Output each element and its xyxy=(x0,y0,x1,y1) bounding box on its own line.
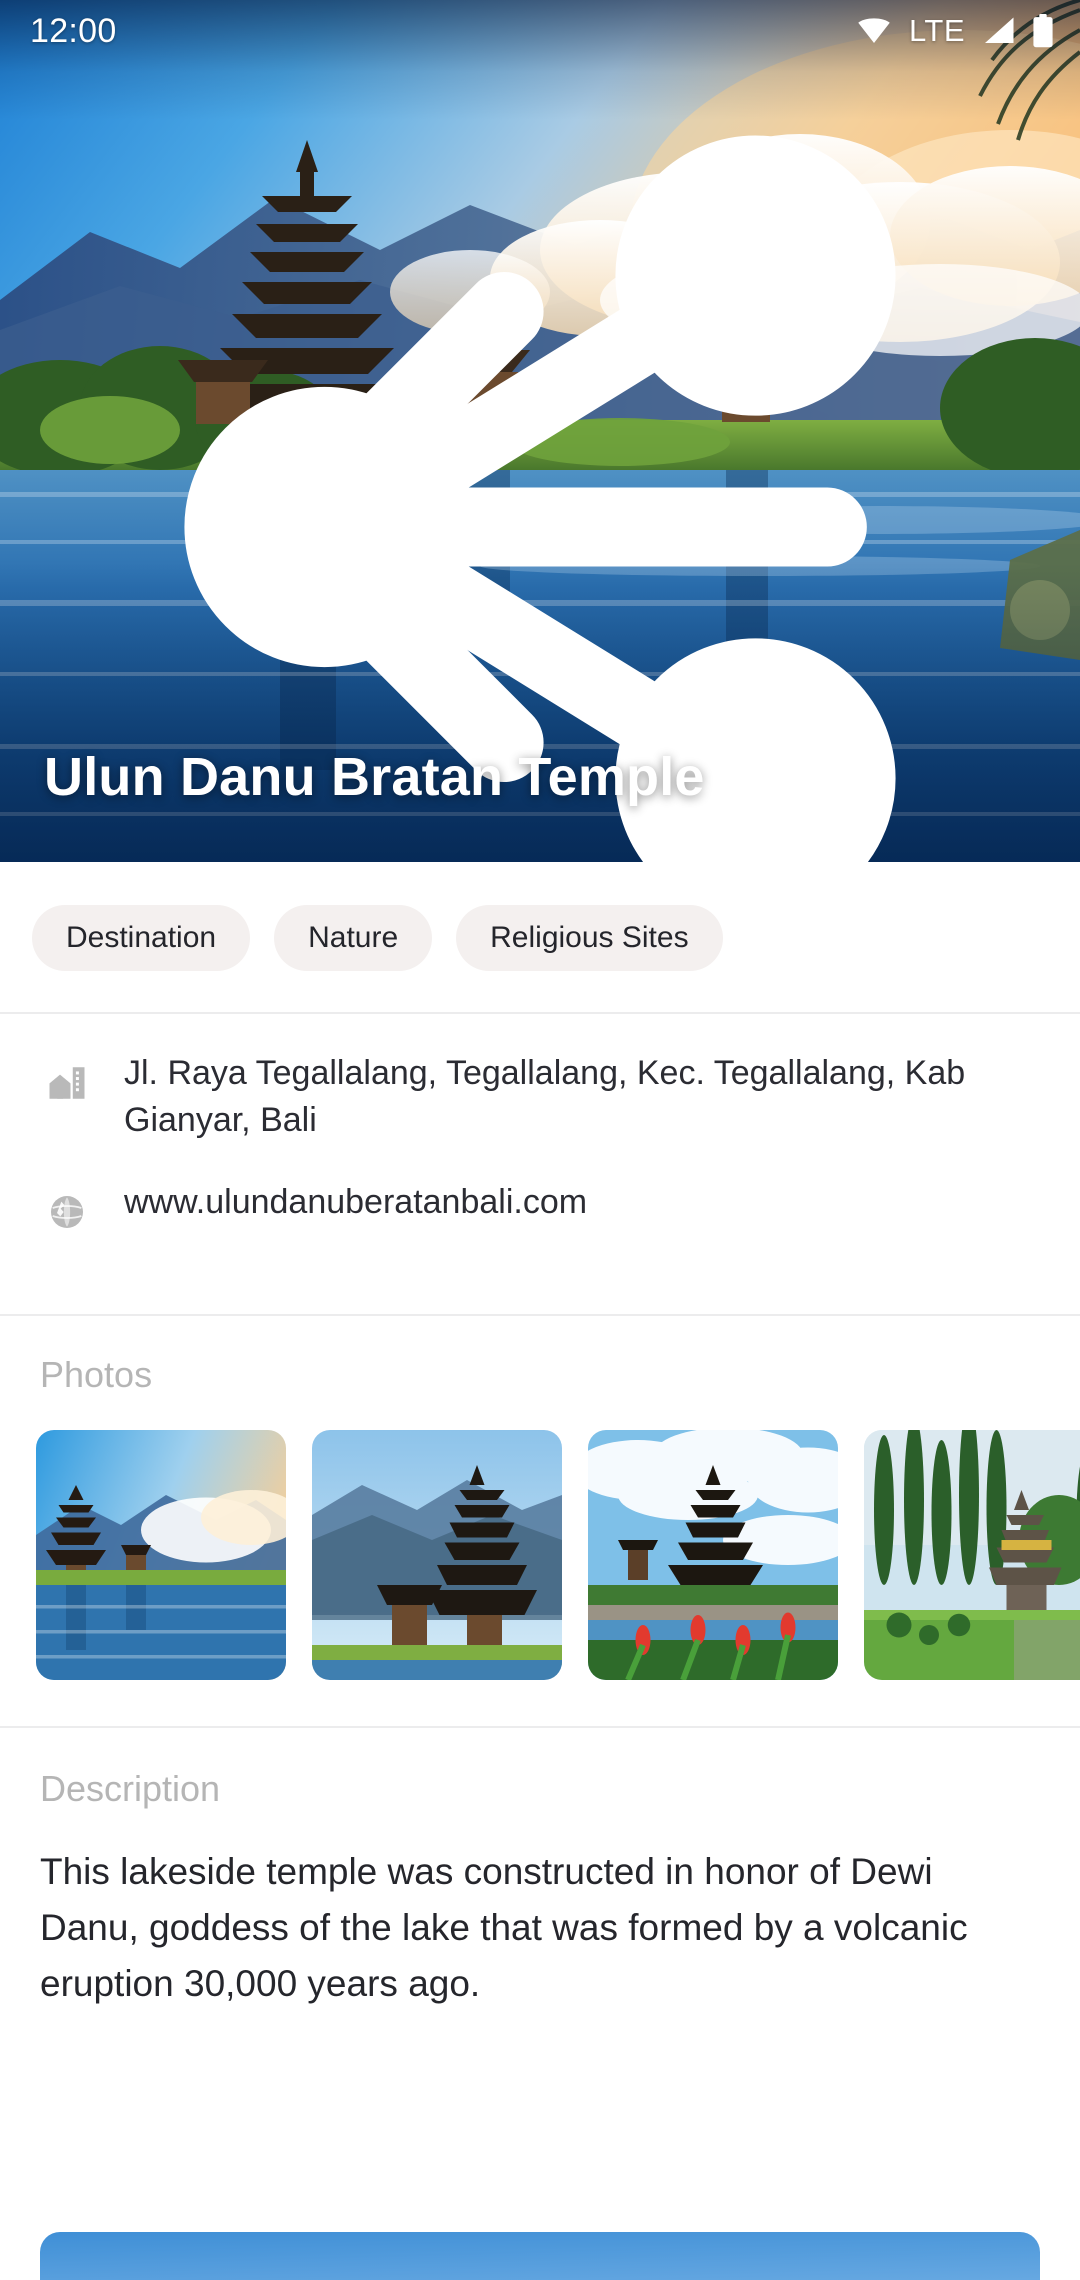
tag-chip-religious-sites[interactable]: Religious Sites xyxy=(456,905,723,971)
network-type-label: LTE xyxy=(908,13,965,48)
website-icon-wrap xyxy=(40,1185,94,1239)
share-button[interactable] xyxy=(184,114,1046,862)
tag-chip-label: Destination xyxy=(66,921,217,954)
tag-chip-label: Nature xyxy=(308,921,399,954)
page-title: Ulun Danu Bratan Temple xyxy=(44,747,705,807)
website-row[interactable]: www.ulundanuberatanbali.com xyxy=(0,1179,1080,1239)
signal-icon xyxy=(985,17,1014,43)
website-link[interactable]: www.ulundanuberatanbali.com xyxy=(124,1179,587,1226)
battery-icon xyxy=(1033,14,1053,48)
wifi-icon xyxy=(858,18,890,43)
status-indicators: LTE xyxy=(856,13,1054,49)
photos-section: Photos xyxy=(0,1316,1080,1716)
photo-thumbnail[interactable] xyxy=(864,1430,1080,1680)
photo-thumbnail[interactable] xyxy=(36,1430,286,1680)
tag-chip-nature[interactable]: Nature xyxy=(274,905,433,971)
address-row[interactable]: Jl. Raya Tegallalang, Tegallalang, Kec. … xyxy=(0,1050,1080,1143)
status-bar: 12:00 LTE xyxy=(0,0,1080,62)
info-section: Jl. Raya Tegallalang, Tegallalang, Kec. … xyxy=(0,1014,1080,1278)
address-text: Jl. Raya Tegallalang, Tegallalang, Kec. … xyxy=(124,1054,966,1139)
tag-chip-label: Religious Sites xyxy=(490,921,689,954)
description-heading: Description xyxy=(40,1768,221,1809)
globe-icon xyxy=(51,1196,83,1229)
next-section-card-preview[interactable] xyxy=(40,2232,1040,2280)
tag-chip-destination[interactable]: Destination xyxy=(32,905,251,971)
photo-thumbnail[interactable] xyxy=(588,1430,838,1680)
tag-chip-row: Destination Nature Religious Sites xyxy=(0,862,1080,1014)
address-building-icon xyxy=(49,1067,85,1099)
photos-heading: Photos xyxy=(40,1354,153,1395)
address-icon-wrap xyxy=(40,1056,94,1110)
status-clock: 12:00 xyxy=(30,11,117,50)
description-section: Description This lakeside temple was con… xyxy=(0,1728,1080,2013)
hero-action-bar xyxy=(0,96,1080,862)
photo-thumbnail-strip[interactable] xyxy=(0,1396,1080,1680)
description-body: This lakeside temple was constructed in … xyxy=(40,1851,968,2005)
hero-image: Ulun Danu Bratan Temple xyxy=(0,0,1080,862)
destination-detail-screen: Ulun Danu Bratan Temple 12:00 LTE Destin… xyxy=(0,0,1080,2280)
photo-thumbnail[interactable] xyxy=(312,1430,562,1680)
